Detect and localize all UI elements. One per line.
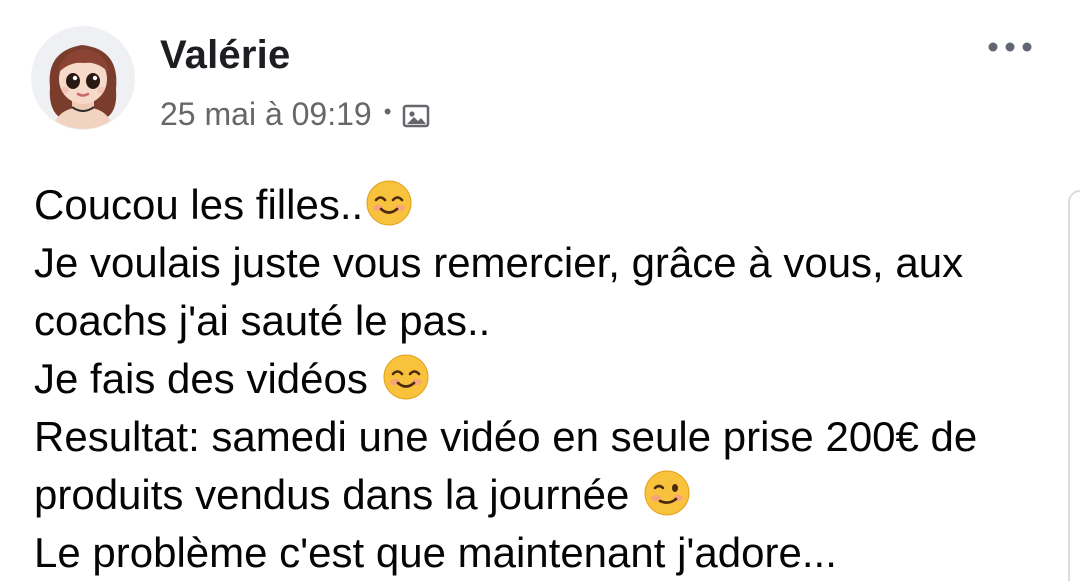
message-line: coachs j'ai sauté le pas.. [34,292,1064,350]
smiling-face-icon [366,180,412,226]
message-line: Coucou les filles.. [34,176,1064,234]
post-meta: 25 mai à 09:19 • [160,94,431,134]
message-line: Je fais des vidéos [34,350,1064,408]
facebook-post: Valérie 25 mai à 09:19 • Coucou les fill… [0,0,1080,581]
message-line: Resultat: samedi une vidéo en seule pris… [34,408,1064,466]
message-line: Je voulais juste vous remercier, grâce à… [34,234,1064,292]
more-options-icon [988,42,1032,52]
post-message: Coucou les filles.. Je voulais juste vous… [34,176,1064,581]
message-line-text: Resultat: samedi une vidéo en seule pris… [34,413,978,460]
message-line-text: produits vendus dans la journée [34,471,642,518]
winking-face-icon [644,470,690,516]
more-options-button[interactable] [984,30,1036,64]
meta-separator: • [383,99,392,124]
author-name[interactable]: Valérie [160,33,290,78]
message-line-text: Coucou les filles.. [34,181,364,228]
message-line-text: Le problème c'est que maintenant j'adore… [34,529,837,576]
message-line-text: Je fais des vidéos [34,355,380,402]
profile-avatar-image [32,27,134,129]
message-line: Le problème c'est que maintenant j'adore… [34,524,1064,581]
side-card-edge [1068,190,1080,581]
message-line-text: Je voulais juste vous remercier, grâce à… [34,239,964,286]
post-timestamp[interactable]: 25 mai à 09:19 [160,96,372,133]
photo-audience-icon[interactable] [401,101,431,129]
smiling-face-icon [383,354,429,400]
message-line: produits vendus dans la journée [34,466,1064,524]
author-avatar[interactable] [32,27,134,129]
message-line-text: coachs j'ai sauté le pas.. [34,297,491,344]
